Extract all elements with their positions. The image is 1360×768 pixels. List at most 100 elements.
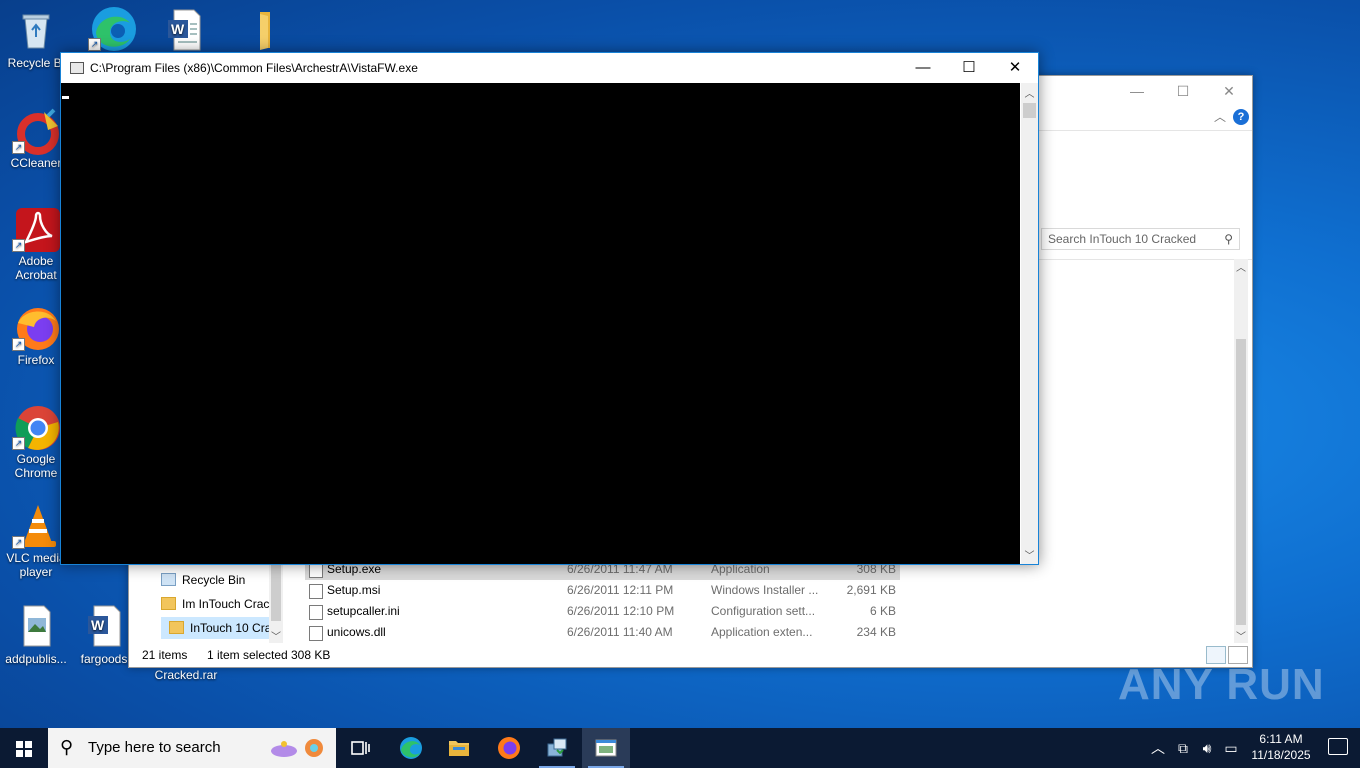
scrollbar-thumb[interactable]: [1236, 339, 1246, 625]
file-size: 234 KB: [856, 625, 896, 639]
taskbar-installer[interactable]: [533, 728, 581, 768]
taskbar-search-box[interactable]: ⚲ Type here to search: [48, 728, 336, 768]
word-document-icon: W: [82, 604, 126, 648]
console-maximize-button[interactable]: ☐: [946, 53, 992, 83]
system-clock[interactable]: 6:11 AM 11/18/2025: [1250, 731, 1312, 763]
image-file-icon: [14, 604, 58, 648]
folder-icon: [169, 621, 184, 634]
file-size: 6 KB: [869, 604, 896, 618]
config-file-icon: [309, 605, 323, 620]
desktop-icon-label: addpublis...: [5, 652, 67, 666]
firefox-icon: [498, 737, 520, 759]
ribbon-collapse-chevron-icon[interactable]: ︿: [1214, 108, 1226, 125]
file-row[interactable]: unicows.dll 6/26/2011 11:40 AM Applicati…: [305, 622, 900, 643]
folder-icon: [236, 8, 280, 52]
desktop-icon-edge[interactable]: ↗: [76, 5, 148, 53]
console-minimize-button[interactable]: —: [900, 53, 946, 83]
search-highlight-decoration-icon: [271, 739, 323, 757]
start-button[interactable]: [0, 728, 48, 768]
explorer-minimize-button[interactable]: —: [1114, 80, 1160, 102]
scrollbar-thumb[interactable]: [271, 561, 281, 621]
nav-item-recycle-bin[interactable]: Recycle Bin: [161, 569, 245, 591]
file-name: unicows.dll: [327, 625, 386, 639]
nav-item-folder[interactable]: Im InTouch Crac: [161, 593, 269, 615]
recycle-bin-icon: [14, 8, 58, 52]
installer-icon: [547, 738, 567, 757]
file-row[interactable]: Setup.msi 6/26/2011 12:11 PM Windows Ins…: [305, 580, 900, 601]
taskbar-file-explorer[interactable]: [435, 728, 483, 768]
taskbar-firefox[interactable]: [485, 728, 533, 768]
scroll-down-arrow-icon[interactable]: ﹀: [1021, 547, 1038, 562]
desktop-icon-addpublish[interactable]: addpublis...: [0, 604, 72, 666]
shortcut-arrow-icon: ↗: [88, 38, 101, 51]
dll-file-icon: [309, 626, 323, 641]
display-icon[interactable]: ▭: [1220, 728, 1242, 768]
shortcut-arrow-icon: ↗: [12, 239, 25, 252]
setup-exe-icon: [309, 563, 323, 578]
status-selected-size: 308 KB: [291, 648, 331, 662]
nav-item-label: InTouch 10 Cra: [190, 621, 272, 635]
console-scrollbar[interactable]: ︿ ﹀: [1021, 83, 1038, 564]
file-type: Application exten...: [711, 625, 813, 639]
google-chrome-icon: ↗: [12, 404, 60, 450]
search-icon: ⚲: [1224, 232, 1233, 246]
file-row[interactable]: setupcaller.ini 6/26/2011 12:10 PM Confi…: [305, 601, 900, 622]
help-icon[interactable]: ?: [1233, 109, 1249, 125]
taskbar-search-placeholder: Type here to search: [88, 739, 221, 756]
installer-file-icon: [309, 584, 323, 599]
file-date: 6/26/2011 12:11 PM: [567, 583, 674, 597]
notifications-icon[interactable]: [1328, 738, 1348, 755]
text-cursor: [62, 96, 69, 99]
scroll-up-arrow-icon[interactable]: ︿: [1021, 85, 1038, 100]
status-item-count: 21 items: [142, 648, 188, 662]
scroll-down-arrow-icon[interactable]: ﹀: [1234, 628, 1248, 643]
taskbar: ⚲ Type here to search ︿ ⧉ 🔊︎ ▭ 6:11 AM 1…: [0, 728, 1360, 768]
windows-logo-icon: [16, 741, 32, 757]
shortcut-arrow-icon: ↗: [12, 338, 25, 351]
console-window-icon: [595, 739, 617, 757]
scrollbar-thumb[interactable]: [1023, 103, 1036, 118]
volume-icon[interactable]: 🔊︎: [1196, 728, 1218, 768]
status-bar: 21 items 1 item selected 308 KB: [129, 643, 1252, 667]
search-input[interactable]: Search InTouch 10 Cracked ⚲: [1041, 228, 1240, 250]
scroll-down-arrow-icon[interactable]: ﹀: [269, 628, 283, 643]
clock-date: 11/18/2025: [1251, 748, 1311, 762]
task-view-icon: [351, 741, 370, 755]
nav-item-folder-selected[interactable]: InTouch 10 Cra: [161, 617, 275, 639]
clock-time: 6:11 AM: [1259, 732, 1303, 746]
anyrun-watermark: ANY RUN: [1118, 660, 1325, 709]
folder-icon: [161, 597, 176, 610]
edge-icon: [400, 737, 422, 759]
network-icon[interactable]: ⧉: [1172, 728, 1194, 768]
console-window[interactable]: C:\Program Files (x86)\Common Files\Arch…: [60, 52, 1039, 565]
file-type: Configuration sett...: [711, 604, 816, 618]
task-view-button[interactable]: [336, 728, 384, 768]
word-document-icon: W: [162, 8, 206, 52]
file-explorer-icon: [449, 741, 469, 756]
file-name: setupcaller.ini: [327, 604, 400, 618]
file-date: 6/26/2011 11:40 AM: [567, 625, 673, 639]
shortcut-arrow-icon: ↗: [12, 437, 25, 450]
svg-text:W: W: [171, 21, 185, 37]
file-name: Setup.msi: [327, 583, 381, 597]
adobe-acrobat-icon: ↗: [12, 206, 60, 252]
desktop-icon-word-doc[interactable]: W: [148, 8, 220, 56]
file-size: 2,691 KB: [846, 583, 896, 597]
taskbar-edge[interactable]: [387, 728, 435, 768]
explorer-close-button[interactable]: ✕: [1206, 80, 1252, 102]
scroll-up-arrow-icon[interactable]: ︿: [1234, 259, 1248, 274]
taskbar-console[interactable]: [582, 728, 630, 768]
search-placeholder: Search InTouch 10 Cracked: [1048, 232, 1197, 246]
desktop-icon-folder[interactable]: [222, 8, 294, 56]
console-title-bar[interactable]: C:\Program Files (x86)\Common Files\Arch…: [61, 53, 1038, 83]
console-close-button[interactable]: ✕: [992, 53, 1038, 83]
nav-item-label: Im InTouch Crac: [182, 597, 270, 611]
shortcut-arrow-icon: ↗: [12, 141, 25, 154]
nav-pane-scrollbar[interactable]: ﹀: [269, 561, 283, 643]
show-hidden-icons-chevron-icon[interactable]: ︿: [1148, 728, 1168, 768]
console-output-area[interactable]: [61, 83, 1020, 564]
explorer-maximize-button[interactable]: ☐: [1160, 80, 1206, 102]
shortcut-arrow-icon: ↗: [12, 536, 25, 549]
console-app-icon: [70, 62, 84, 74]
file-list-scrollbar[interactable]: ︿ ﹀: [1234, 259, 1248, 643]
